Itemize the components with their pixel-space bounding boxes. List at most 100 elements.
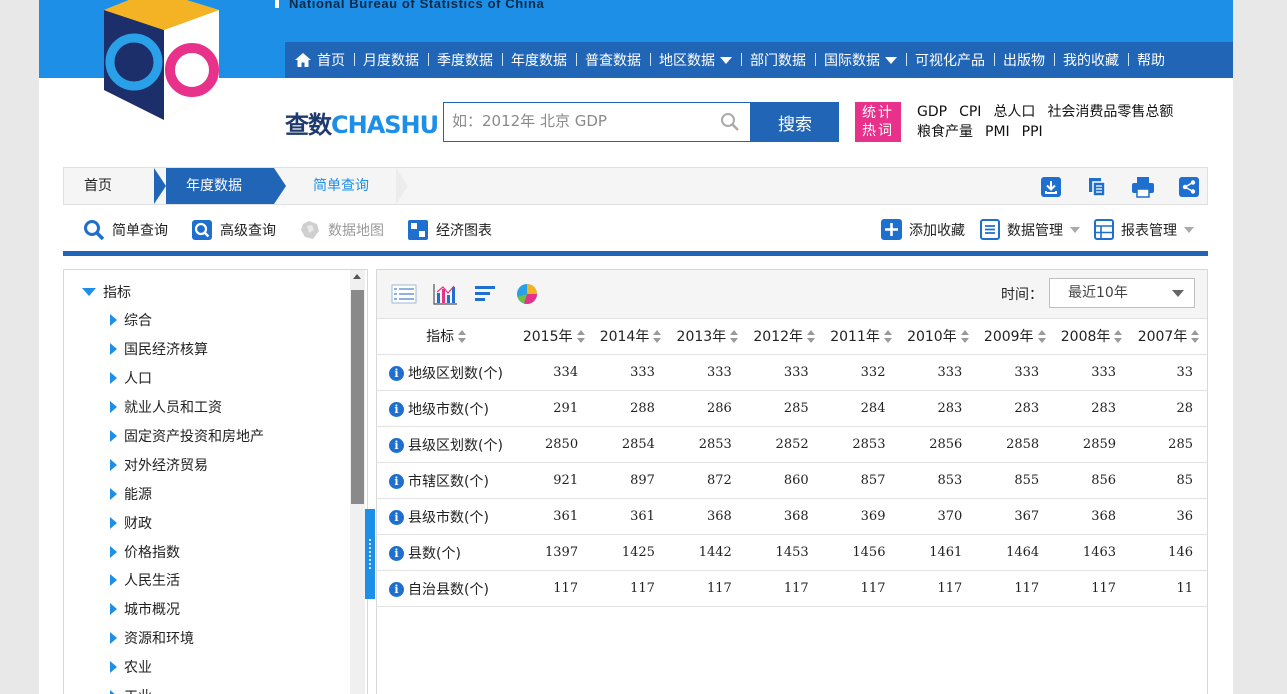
tree-item[interactable]: 人民生活 [110, 566, 264, 595]
hot-term-link[interactable]: PPI [1022, 124, 1043, 140]
nav-item-8[interactable]: 可视化产品 [906, 50, 994, 70]
nav-item-5[interactable]: 地区数据 [650, 50, 741, 70]
tree-item[interactable]: 对外经济贸易 [110, 450, 264, 479]
info-icon[interactable]: i [389, 474, 404, 489]
table-icon [1094, 219, 1114, 240]
breadcrumb-home[interactable]: 首页 [64, 168, 154, 204]
table-view-icon[interactable] [391, 283, 417, 305]
download-icon[interactable] [1039, 175, 1063, 199]
tree-item[interactable]: 固定资产投资和房地产 [110, 422, 264, 451]
nav-item-1[interactable]: 月度数据 [354, 50, 428, 70]
nav-item-4[interactable]: 普查数据 [576, 50, 650, 70]
sort-icon[interactable] [960, 330, 969, 344]
breadcrumb-year-data[interactable]: 年度数据 [154, 168, 286, 204]
value-cell: 33 [1130, 354, 1207, 391]
tree-item[interactable]: 国民经济核算 [110, 335, 264, 364]
nav-item-9[interactable]: 出版物 [994, 50, 1054, 70]
value-cell: 146 [1130, 534, 1207, 571]
value-cell: 2852 [745, 426, 823, 463]
sort-icon[interactable] [1191, 330, 1200, 344]
sort-icon[interactable] [1114, 330, 1123, 344]
sort-icon[interactable] [458, 330, 467, 344]
nav-item-3[interactable]: 年度数据 [502, 50, 576, 70]
add-favorite-button[interactable]: 添加收藏 [881, 219, 965, 240]
advanced-query-tab[interactable]: 高级查询 [191, 219, 276, 241]
search-input[interactable] [444, 103, 712, 139]
time-range-select[interactable]: 最近10年 [1049, 278, 1195, 308]
info-icon[interactable]: i [389, 546, 404, 561]
hot-term-link[interactable]: 粮食产量 [917, 124, 973, 140]
simple-query-tab[interactable]: 简单查询 [83, 219, 168, 241]
nav-item-0[interactable]: 首页 [285, 50, 354, 70]
search-button[interactable]: 搜索 [751, 102, 839, 142]
collapsed-caret-icon [110, 632, 117, 645]
sort-icon[interactable] [653, 330, 662, 344]
year-column-header[interactable]: 2013年 [668, 318, 746, 355]
data-management-menu[interactable]: 数据管理 [980, 219, 1080, 240]
info-icon[interactable]: i [389, 402, 404, 417]
nav-item-7[interactable]: 国际数据 [815, 50, 906, 70]
hot-term-link[interactable]: 总人口 [993, 104, 1035, 120]
info-icon[interactable]: i [389, 582, 404, 597]
data-map-tab[interactable]: 数据地图 [299, 219, 384, 241]
hot-term-link[interactable]: GDP [917, 104, 947, 120]
panel-splitter[interactable] [365, 509, 375, 599]
tree-item[interactable]: 农业 [110, 653, 264, 682]
year-column-header[interactable]: 2014年 [592, 318, 669, 355]
sort-icon[interactable] [576, 330, 585, 344]
tree-scrollbar[interactable] [350, 270, 365, 694]
print-icon[interactable] [1131, 175, 1155, 199]
tree-item[interactable]: 人口 [110, 364, 264, 393]
info-icon[interactable]: i [389, 366, 404, 381]
hot-term-link[interactable]: CPI [959, 104, 981, 120]
column-chart-icon[interactable] [432, 283, 458, 305]
tree-item[interactable]: 财政 [110, 508, 264, 537]
tree-item[interactable]: 资源和环境 [110, 624, 264, 653]
sort-icon[interactable] [730, 330, 739, 344]
breadcrumb-current[interactable]: 简单查询 [286, 168, 408, 204]
tree-item[interactable]: 就业人员和工资 [110, 393, 264, 422]
share-icon[interactable] [1177, 175, 1201, 199]
tree-root[interactable]: 指标 [82, 282, 131, 302]
report-management-menu[interactable]: 报表管理 [1094, 219, 1194, 240]
year-column-header[interactable]: 2015年 [515, 318, 593, 355]
sort-icon[interactable] [1037, 330, 1046, 344]
bar-chart-icon[interactable] [473, 283, 499, 305]
chevron-down-icon [720, 56, 732, 64]
indicator-cell: i 县数(个) [377, 534, 516, 571]
search-icon[interactable] [720, 112, 740, 132]
chashu-logo[interactable]: 查数CHASHU [285, 105, 439, 140]
nav-item-10[interactable]: 我的收藏 [1054, 50, 1128, 70]
hot-term-link[interactable]: 社会消费品零售总额 [1047, 104, 1173, 120]
value-cell: 1397 [515, 534, 593, 571]
sort-icon[interactable] [883, 330, 892, 344]
year-column-header[interactable]: 2010年 [899, 318, 977, 355]
year-column-header[interactable]: 2009年 [976, 318, 1054, 355]
indicator-name: 市辖区数(个) [408, 473, 489, 490]
tree-item[interactable]: 城市概况 [110, 595, 264, 624]
tree-item[interactable]: 能源 [110, 479, 264, 508]
tree-item[interactable]: 价格指数 [110, 537, 264, 566]
year-column-header[interactable]: 2012年 [745, 318, 823, 355]
scroll-up-icon[interactable] [353, 274, 361, 279]
info-icon[interactable]: i [389, 438, 404, 453]
year-column-header[interactable]: 2008年 [1053, 318, 1131, 355]
indicator-column-header[interactable]: 指标 [377, 318, 516, 355]
year-column-header[interactable]: 2007年 [1130, 318, 1207, 355]
scrollbar-thumb[interactable] [351, 290, 364, 504]
copy-icon[interactable] [1085, 175, 1109, 199]
tree-item[interactable]: 综合 [110, 306, 264, 335]
economic-chart-tab[interactable]: 经济图表 [407, 219, 492, 241]
tree-item[interactable]: 工业 [110, 682, 264, 694]
indicator-cell: i 地级市数(个) [377, 390, 516, 427]
nav-item-label: 首页 [317, 53, 345, 69]
hot-words-row-1: GDP CPI 总人口 社会消费品零售总额 [917, 102, 1217, 122]
info-icon[interactable]: i [389, 510, 404, 525]
nav-item-11[interactable]: 帮助 [1128, 50, 1174, 70]
hot-term-link[interactable]: PMI [985, 124, 1010, 140]
sort-icon[interactable] [807, 330, 816, 344]
pie-chart-icon[interactable] [514, 283, 540, 305]
nav-item-2[interactable]: 季度数据 [428, 50, 502, 70]
nav-item-6[interactable]: 部门数据 [741, 50, 815, 70]
year-column-header[interactable]: 2011年 [822, 318, 900, 355]
